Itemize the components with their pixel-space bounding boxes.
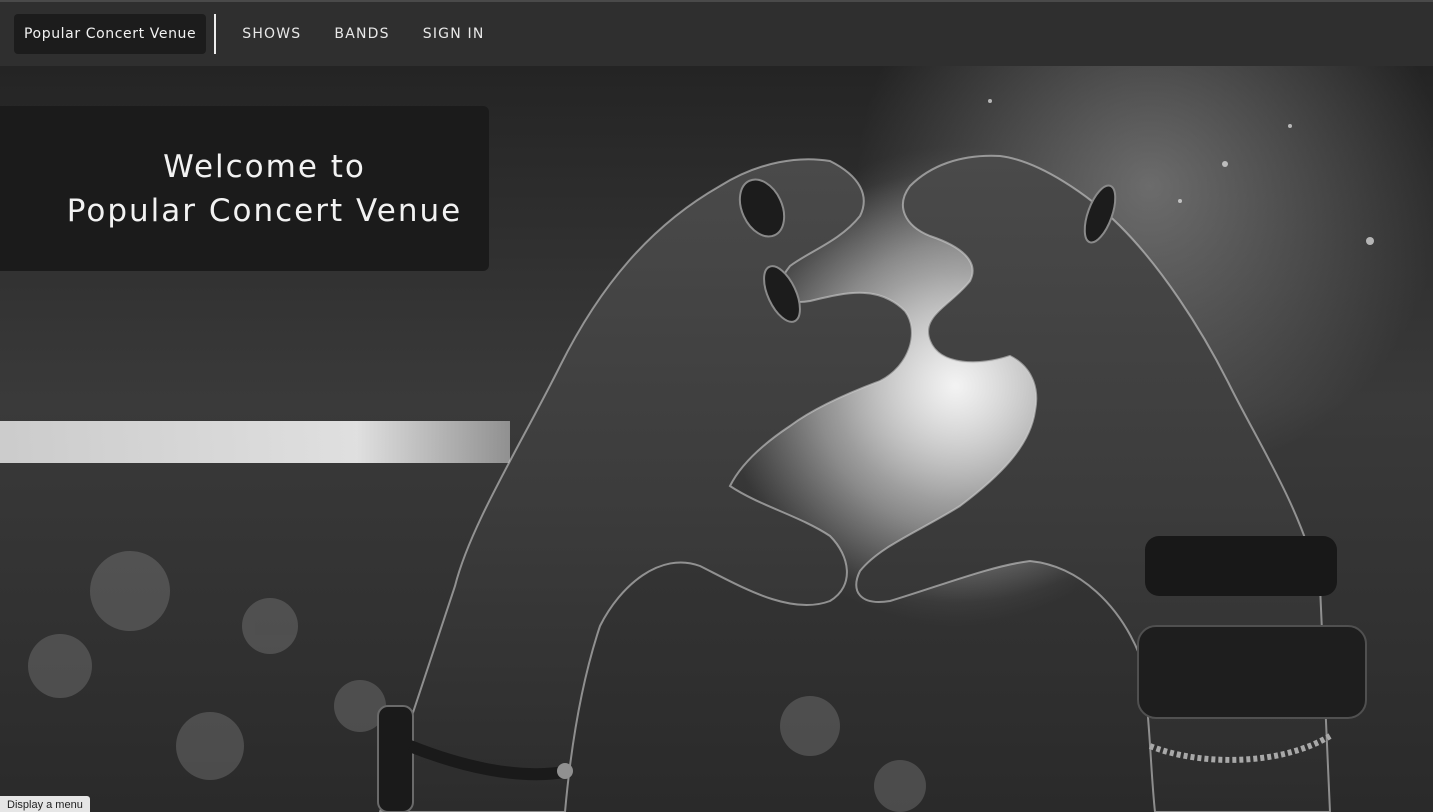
page: Popular Concert Venue SHOWS BANDS SIGN I… xyxy=(0,0,1433,812)
nav-divider xyxy=(214,14,217,54)
nav-link-shows[interactable]: SHOWS xyxy=(242,26,301,42)
menu-tooltip: Display a menu xyxy=(0,796,90,812)
welcome-heading-line-2: Popular Concert Venue xyxy=(66,192,463,229)
nav-link-bands[interactable]: BANDS xyxy=(334,26,389,42)
welcome-card: Welcome to Popular Concert Venue xyxy=(0,106,489,271)
top-navbar: Popular Concert Venue SHOWS BANDS SIGN I… xyxy=(0,0,1433,66)
nav-link-sign-in[interactable]: SIGN IN xyxy=(423,26,485,42)
hero-section: Welcome to Popular Concert Venue Display… xyxy=(0,66,1433,812)
brand-home-button[interactable]: Popular Concert Venue xyxy=(14,14,207,54)
welcome-heading-line-1: Welcome to xyxy=(163,148,366,185)
brand-label: Popular Concert Venue xyxy=(24,26,197,42)
